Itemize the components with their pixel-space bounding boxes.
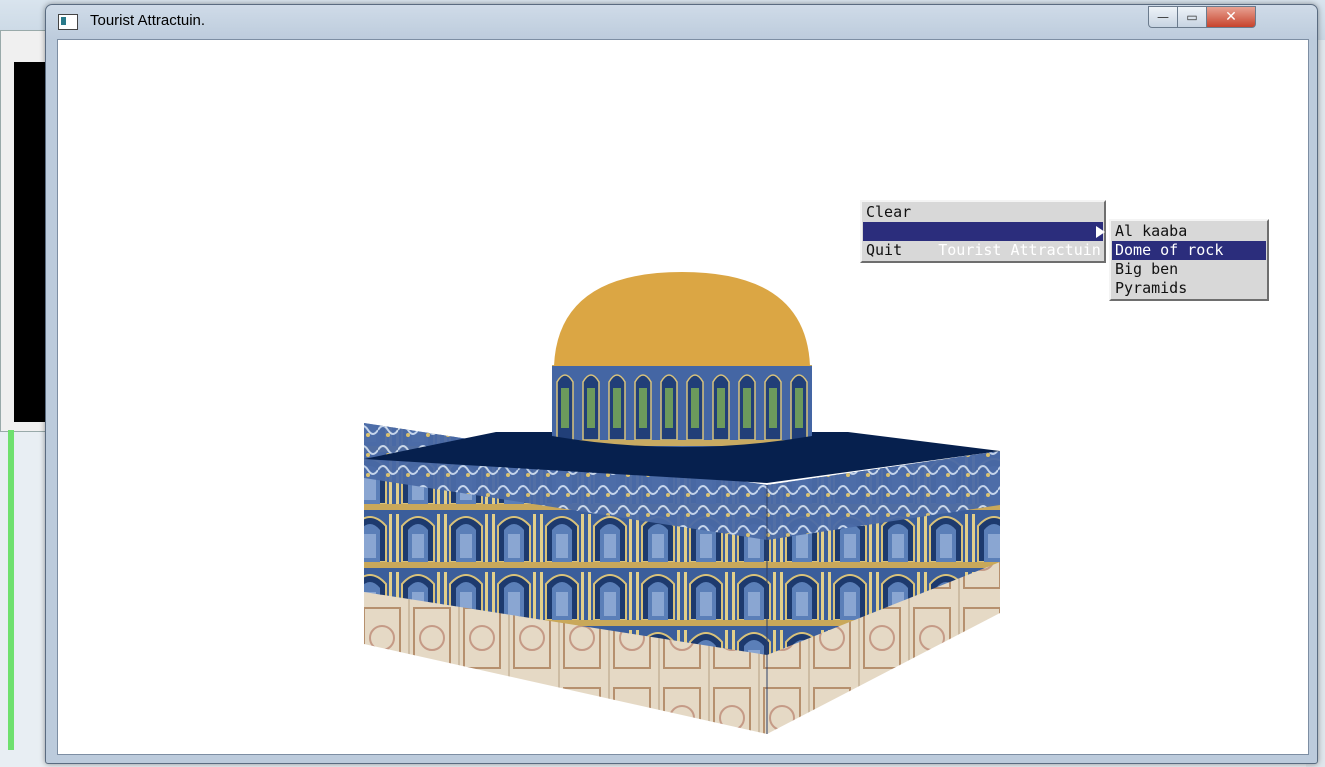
submenu-item-al-kaaba[interactable]: Al kaaba (1112, 222, 1266, 241)
submenu: Al kaaba Dome of rock Big ben Pyramids (1109, 219, 1269, 301)
menu-item-tourist-attraction[interactable]: Tourist Attractuin (863, 222, 1105, 259)
context-menu: Clear Tourist Attractuin Quit (860, 200, 1106, 263)
background-editor-gutter (8, 430, 14, 750)
menu-item-clear[interactable]: Clear (863, 203, 1103, 222)
submenu-item-pyramids[interactable]: Pyramids (1112, 279, 1266, 298)
minimize-button[interactable]: — (1148, 6, 1178, 28)
dome (554, 272, 810, 366)
window-title: Tourist Attractuin. (90, 12, 206, 29)
glut-window: Tourist Attractuin. — ▭ ✕ Clear Tourist … (45, 4, 1318, 764)
drum (552, 365, 812, 447)
menu-item-quit[interactable]: Quit (863, 241, 1103, 260)
close-button[interactable]: ✕ (1206, 6, 1256, 28)
close-icon: ✕ (1225, 9, 1237, 25)
maximize-button[interactable]: ▭ (1177, 6, 1207, 28)
background-console (14, 62, 48, 422)
maximize-icon: ▭ (1186, 10, 1198, 24)
minimize-icon: — (1157, 10, 1169, 24)
submenu-item-dome-of-rock[interactable]: Dome of rock (1112, 241, 1266, 260)
window-app-icon[interactable] (58, 14, 78, 30)
render-canvas[interactable]: Clear Tourist Attractuin Quit Al kaaba D… (57, 39, 1309, 755)
submenu-arrow-icon (1096, 226, 1105, 238)
submenu-item-big-ben[interactable]: Big ben (1112, 260, 1266, 279)
dome-of-the-rock-model (364, 272, 1000, 734)
